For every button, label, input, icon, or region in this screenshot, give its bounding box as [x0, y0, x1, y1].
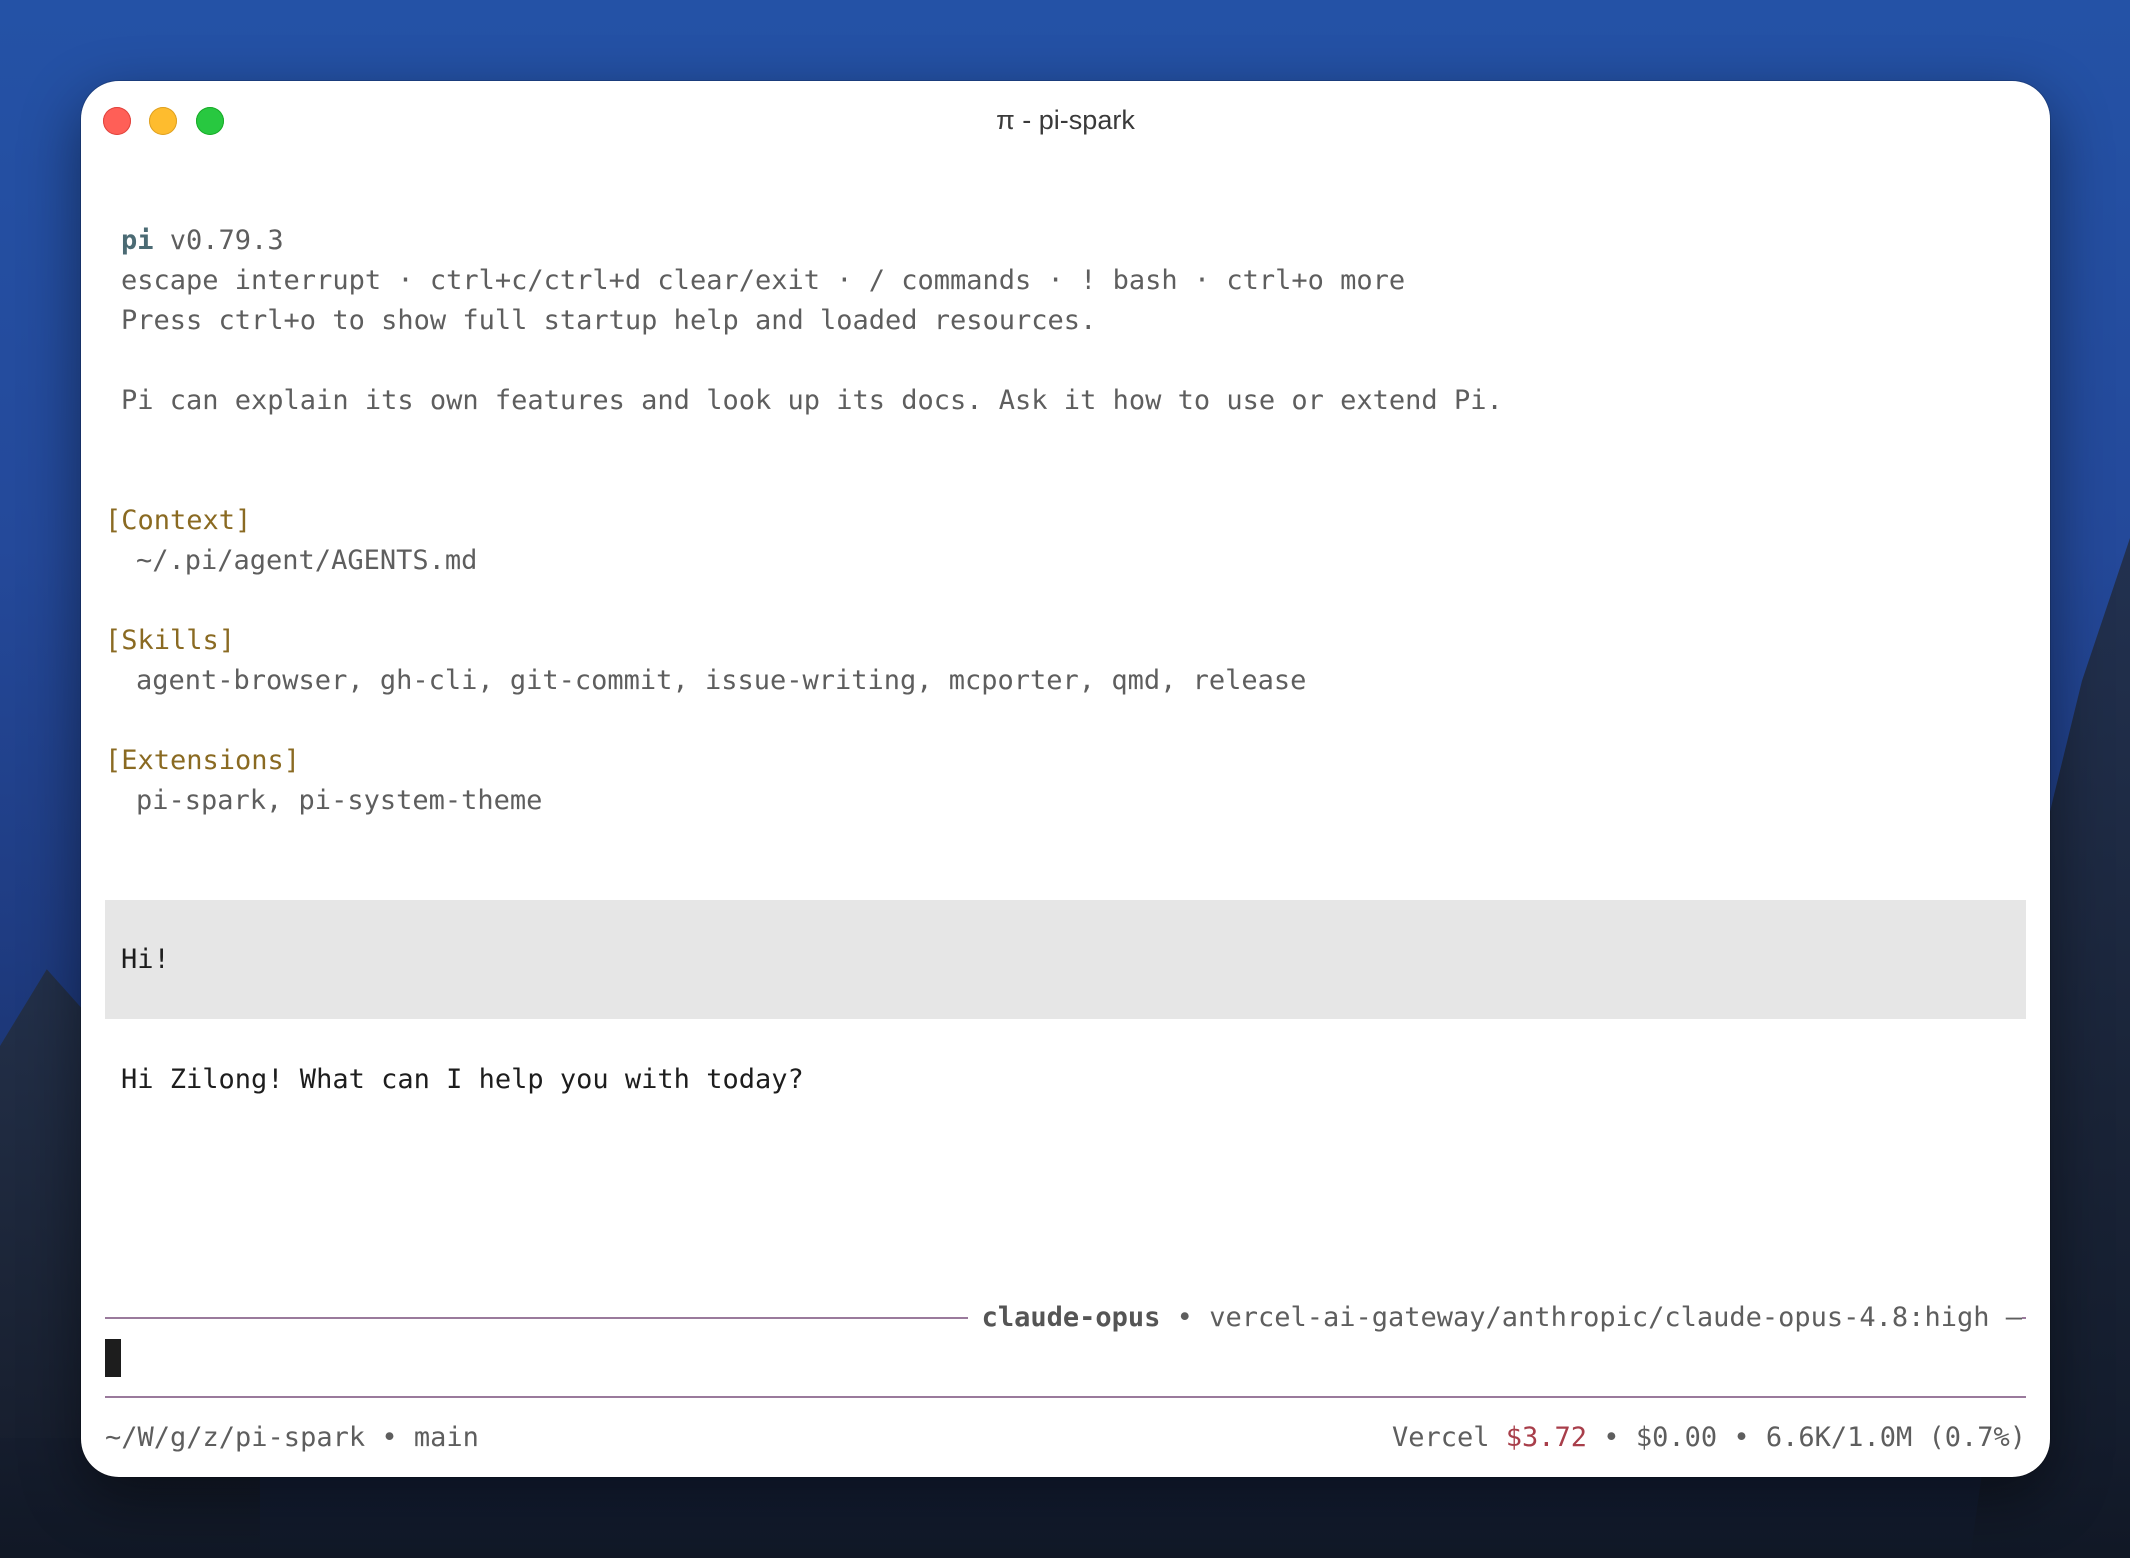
- shortcuts-line: escape interrupt · ctrl+c/ctrl+d clear/e…: [121, 265, 1406, 296]
- status-separator-2: •: [1603, 1422, 1620, 1453]
- intro-line: Pi can explain its own features and look…: [121, 385, 1503, 416]
- input-cursor[interactable]: [105, 1339, 121, 1377]
- model-name: claude-opus: [981, 1302, 1161, 1333]
- status-right: Vercel $3.72 • $0.00 • 6.6K/1.0M (0.7%): [1392, 1418, 2026, 1458]
- skills-section-title: [Skills]: [105, 625, 236, 656]
- app-version: v0.79.3: [169, 225, 284, 256]
- extensions-value: pi-spark, pi-system-theme: [136, 785, 543, 816]
- help-hint-line: Press ctrl+o to show full startup help a…: [121, 305, 1097, 336]
- status-tokens: 6.6K/1.0M (0.7%): [1765, 1422, 2026, 1453]
- status-branch: main: [413, 1422, 479, 1453]
- terminal-window: π - pi-spark pi v0.79.3 escape interrupt…: [81, 81, 2050, 1477]
- assistant-message: Hi Zilong! What can I help you with toda…: [121, 1064, 804, 1095]
- skills-value: agent-browser, gh-cli, git-commit, issue…: [136, 665, 1307, 696]
- input-bottom-border: [105, 1396, 2026, 1398]
- status-separator: •: [381, 1422, 398, 1453]
- app-name: pi: [121, 225, 154, 256]
- terminal-content[interactable]: pi v0.79.3 escape interrupt · ctrl+c/ctr…: [81, 81, 2050, 1477]
- status-separator-3: •: [1733, 1422, 1750, 1453]
- version-line: pi v0.79.3: [121, 221, 284, 261]
- context-section-title: [Context]: [105, 505, 252, 536]
- status-left: ~/W/g/z/pi-spark • main: [105, 1418, 479, 1458]
- status-path: ~/W/g/z/pi-spark: [105, 1422, 366, 1453]
- status-provider: Vercel: [1391, 1422, 1490, 1453]
- status-session-cost: $0.00: [1635, 1422, 1718, 1453]
- extensions-section-title: [Extensions]: [105, 745, 301, 776]
- model-indicator[interactable]: claude-opus • vercel-ai-gateway/anthropi…: [967, 1298, 2022, 1338]
- context-value: ~/.pi/agent/AGENTS.md: [136, 545, 478, 576]
- status-provider-cost: $3.72: [1505, 1422, 1588, 1453]
- model-separator: •: [1176, 1302, 1193, 1333]
- user-message: Hi!: [121, 944, 170, 975]
- user-message-box: [105, 900, 2026, 1019]
- model-trailing-dash: —: [2005, 1302, 2022, 1333]
- model-path: vercel-ai-gateway/anthropic/claude-opus-…: [1209, 1302, 1990, 1333]
